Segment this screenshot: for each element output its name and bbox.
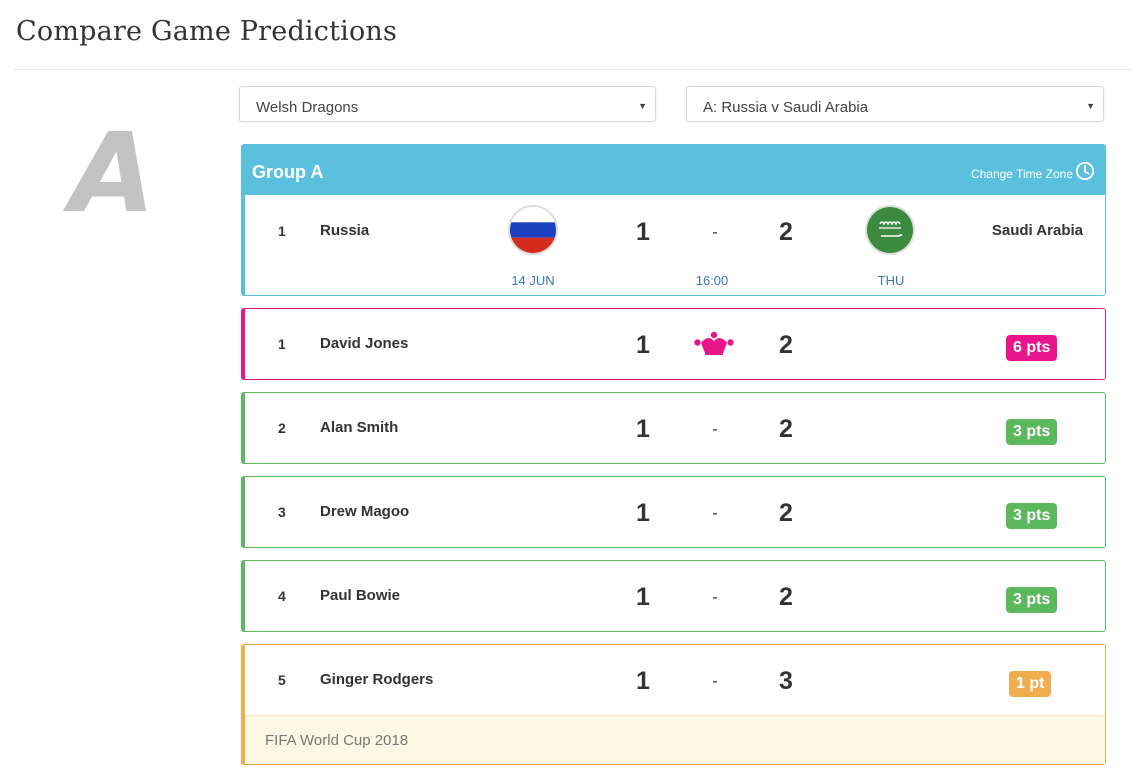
match-row: 1 Russia 1 - 2 Saudi Arabia 14 JUN 16:00…: [245, 195, 1105, 295]
group-name: Group A: [252, 162, 324, 182]
points-badge: 1 pt: [1009, 671, 1052, 697]
prediction-card: 4 Paul Bowie 1 - 2 3 pts: [241, 560, 1106, 632]
predicted-home-score: 1: [636, 583, 650, 611]
predicted-away-score: 2: [779, 415, 793, 443]
predicted-away-score: 3: [779, 667, 793, 695]
predicted-home-score: 1: [636, 331, 650, 359]
score-separator: -: [712, 505, 718, 522]
group-header: Group A Change Time Zone: [245, 145, 1105, 195]
points-badge: 3 pts: [1006, 587, 1058, 613]
prediction-row: 5 Ginger Rodgers 1 - 3 1 pt: [245, 645, 1105, 715]
prediction-row: 2 Alan Smith 1 - 2 3 pts: [245, 393, 1105, 463]
prediction-card: 1 David Jones 1 2 6 pts: [241, 308, 1106, 380]
prediction-rank: 3: [278, 504, 286, 520]
match-select[interactable]: A: Russia v Saudi Arabia ▼: [686, 86, 1104, 122]
score-separator: -: [712, 421, 718, 438]
russia-flag-icon: [508, 205, 558, 255]
prediction-rank: 4: [278, 588, 286, 604]
predicted-away-score: 2: [779, 331, 793, 359]
away-team-name: Saudi Arabia: [991, 222, 1083, 239]
player-name: Drew Magoo: [320, 503, 410, 520]
home-score: 1: [636, 218, 650, 246]
score-separator: -: [712, 589, 718, 606]
points-badge: 3 pts: [1006, 503, 1058, 529]
prediction-row: 3 Drew Magoo 1 - 2 3 pts: [245, 477, 1105, 547]
points-badge: 6 pts: [1006, 335, 1058, 361]
saudi-arabia-flag-icon: [865, 205, 915, 255]
prediction-rank: 2: [278, 420, 286, 436]
player-name: Ginger Rodgers: [320, 671, 434, 688]
prediction-rank: 5: [278, 672, 286, 688]
clock-icon[interactable]: [1075, 161, 1095, 181]
match-day: THU: [877, 273, 905, 288]
prediction-card: 2 Alan Smith 1 - 2 3 pts: [241, 392, 1106, 464]
prediction-row: 4 Paul Bowie 1 - 2 3 pts: [245, 561, 1105, 631]
prediction-card: 3 Drew Magoo 1 - 2 3 pts: [241, 476, 1106, 548]
predicted-home-score: 1: [636, 499, 650, 527]
match-date: 14 JUN: [511, 273, 555, 288]
player-name: David Jones: [320, 335, 409, 352]
prediction-rank: 1: [278, 336, 286, 352]
predicted-away-score: 2: [779, 583, 793, 611]
page-title: Compare Game Predictions: [16, 16, 398, 47]
score-separator: -: [712, 673, 718, 690]
player-name: Paul Bowie: [320, 587, 401, 604]
prediction-card: 5 Ginger Rodgers 1 - 3 1 pt FIFA World C…: [241, 644, 1106, 765]
tournament-footer: FIFA World Cup 2018: [245, 715, 1105, 764]
group-letter-logo: A: [70, 109, 156, 237]
match-select-value: A: Russia v Saudi Arabia: [703, 99, 869, 116]
predicted-away-score: 2: [779, 499, 793, 527]
home-team-name: Russia: [320, 222, 370, 239]
match-card: Group A Change Time Zone 1 Russia 1 - 2: [241, 144, 1106, 296]
league-select[interactable]: Welsh Dragons ▼: [239, 86, 656, 122]
match-rank: 1: [278, 223, 286, 239]
match-time: 16:00: [695, 273, 729, 288]
title-divider: [14, 69, 1132, 70]
score-separator: -: [712, 224, 718, 241]
jester-icon: [694, 331, 734, 355]
player-name: Alan Smith: [320, 419, 399, 436]
predicted-home-score: 1: [636, 667, 650, 695]
away-score: 2: [779, 218, 793, 246]
chevron-down-icon: ▼: [1086, 101, 1095, 111]
league-select-value: Welsh Dragons: [256, 99, 359, 116]
chevron-down-icon: ▼: [638, 101, 647, 111]
predicted-home-score: 1: [636, 415, 650, 443]
prediction-row: 1 David Jones 1 2 6 pts: [245, 309, 1105, 379]
points-badge: 3 pts: [1006, 419, 1058, 445]
